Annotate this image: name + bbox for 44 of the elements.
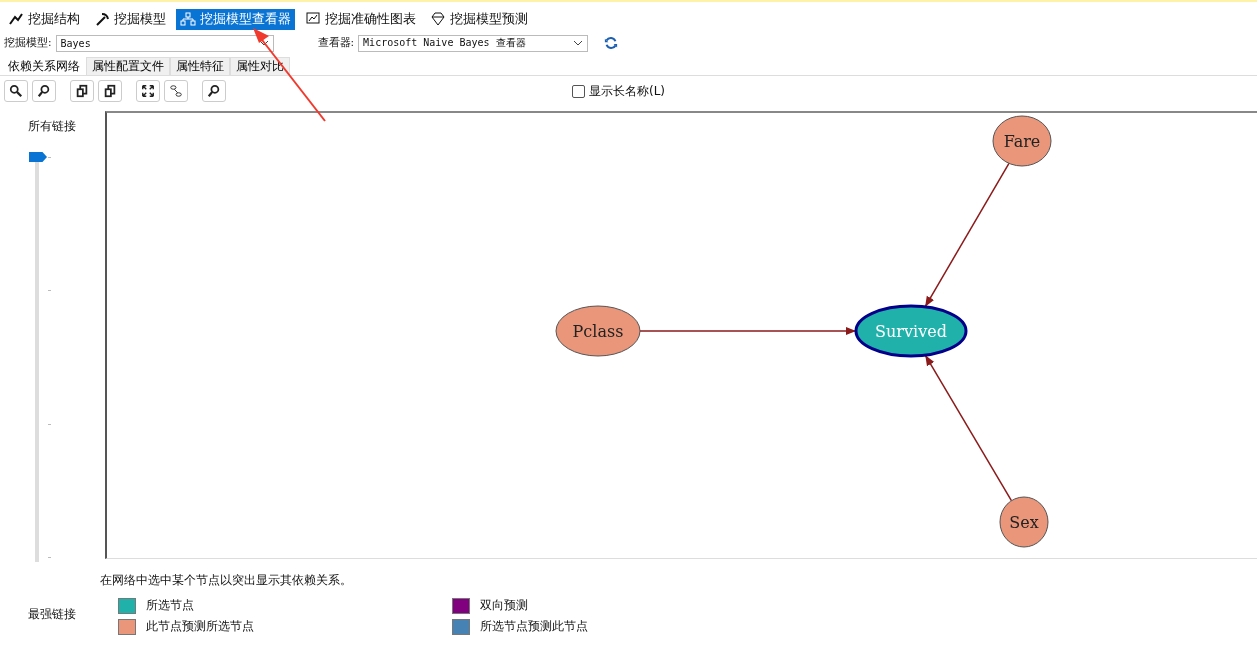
slider-thumb[interactable]: [29, 152, 47, 162]
network-node[interactable]: Pclass: [555, 305, 641, 357]
zoom-out-button[interactable]: [32, 80, 56, 102]
copy-button[interactable]: [70, 80, 94, 102]
zoom-in-icon: [9, 84, 23, 98]
model-dropdown[interactable]: Bayes: [55, 34, 274, 52]
viewer-label: 查看器:: [317, 36, 355, 50]
search-button[interactable]: [202, 80, 226, 102]
copy-icon: [103, 84, 117, 98]
copy-button[interactable]: [98, 80, 122, 102]
nodes-icon: [169, 84, 183, 98]
network-node[interactable]: Sex: [999, 496, 1049, 548]
magnifier-icon: [37, 84, 51, 98]
toolbar-button[interactable]: 挖掘结构: [4, 8, 84, 30]
search-icon: [207, 84, 221, 98]
hierarchy-icon: [180, 11, 196, 27]
legend-label: 所选节点预测此节点: [480, 618, 588, 635]
copy-icon: [75, 84, 89, 98]
diamond-icon: [430, 11, 446, 27]
toolbar-button[interactable]: 挖掘模型: [90, 8, 170, 30]
tab[interactable]: 属性对比: [230, 57, 290, 75]
expand-icon: [141, 84, 155, 98]
tab[interactable]: 属性配置文件: [86, 57, 170, 75]
slider-bottom-label: 最强链接: [28, 606, 77, 623]
refresh-icon[interactable]: [604, 36, 619, 50]
zoom-in-button[interactable]: [4, 80, 28, 102]
model-label: 挖掘模型:: [4, 36, 52, 50]
network-node[interactable]: Fare: [992, 115, 1052, 167]
hint-text: 在网络中选中某个节点以突出显示其依赖关系。: [100, 572, 353, 589]
viewer-dropdown[interactable]: Microsoft Naive Bayes 查看器: [358, 34, 589, 52]
toolbar-button[interactable]: 挖掘准确性图表: [301, 8, 420, 30]
slider-top-label: 所有链接: [28, 118, 76, 135]
layout-button[interactable]: [164, 80, 188, 102]
fit-button[interactable]: [136, 80, 160, 102]
toolbar-button[interactable]: 挖掘模型预测: [426, 8, 532, 30]
toolbar-button[interactable]: 挖掘模型查看器: [176, 8, 295, 30]
long-names-checkbox[interactable]: 显示长名称(L): [572, 82, 666, 100]
pickaxe-icon: [94, 11, 110, 27]
chart-icon: [305, 11, 321, 27]
legend-label: 此节点预测所选节点: [146, 618, 254, 635]
legend-label: 所选节点: [146, 597, 194, 614]
chart-icon: [8, 11, 24, 27]
legend-label: 双向预测: [480, 597, 528, 614]
tab[interactable]: 属性特征: [170, 57, 230, 75]
